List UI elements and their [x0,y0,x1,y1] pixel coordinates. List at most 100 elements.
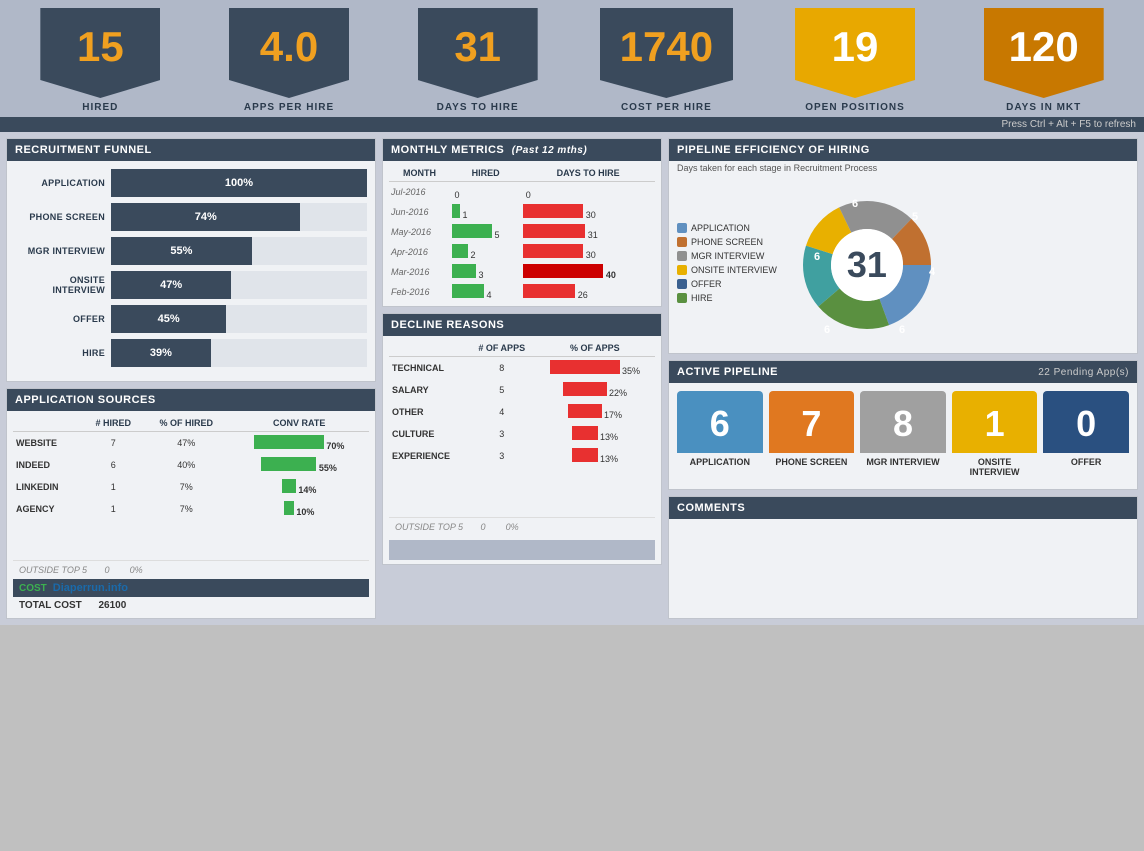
table-row: WEBSITE 7 47% 70% [13,432,369,455]
decline-table: # OF APPS % OF APPS TECHNICAL 8 35% SALA… [389,340,655,467]
donut-chart: 6 6 5 4 6 6 31 [787,185,947,345]
source-name: AGENCY [13,498,83,520]
legend-onsite: ONSITE INTERVIEW [677,265,777,275]
funnel-label-onsite: ONSITE INTERVIEW [15,275,105,295]
outside-hired: 0 [105,565,110,575]
metric-hired-bar: 0 [450,182,521,203]
segment-label-hire: 6 [852,198,858,210]
decline-reason: EXPERIENCE [389,445,469,467]
kpi-days-value: 31 [418,8,538,98]
cost-bar: COST Diaperrun.info [13,579,369,597]
card-label-mgr: MGR INTERVIEW [860,453,946,471]
legend-hire: HIRE [677,293,777,303]
source-name: INDEED [13,454,83,476]
pipeline-header: PIPELINE EFFICIENCY OF HIRING [669,139,1137,161]
funnel-bar-phone: 74% [111,203,300,231]
refresh-hint: Press Ctrl + Alt + F5 to refresh [0,117,1144,132]
pipeline-card-application: 6 APPLICATION [677,391,763,481]
table-row: Feb-2016 4 26 [389,282,655,302]
table-row: CULTURE 3 13% [389,423,655,445]
funnel-row-application: APPLICATION 100% [15,169,367,197]
segment-label-onsite: 4 [929,266,936,278]
table-row: LINKEDIN 1 7% 14% [13,476,369,498]
card-num-onsite: 1 [952,391,1038,453]
legend-label: MGR INTERVIEW [691,251,764,261]
outside-pct: 0% [130,565,143,575]
pending-label: 22 Pending App(s) [1038,367,1129,378]
funnel-row-onsite: ONSITE INTERVIEW 47% [15,271,367,299]
segment-label-offer: 5 [912,211,918,223]
pipeline-legend: APPLICATION PHONE SCREEN MGR INTERVIEW O… [677,223,777,307]
metric-days-bar: 31 [521,222,655,242]
kpi-cost-label: COST PER HIRE [621,102,712,117]
sources-content: # HIRED % OF HIRED CONV RATE WEBSITE 7 4… [7,411,375,618]
funnel-pct-onsite: 47% [160,279,182,291]
comments-content [669,519,1137,599]
col-days: DAYS TO HIRE [521,165,655,182]
kpi-open-positions: 19 OPEN POSITIONS [765,8,946,117]
funnel-row-hire: HIRE 39% [15,339,367,367]
table-row: OTHER 4 17% [389,401,655,423]
recruitment-funnel-panel: RECRUITMENT FUNNEL APPLICATION 100% PHON… [6,138,376,382]
legend-dot-application [677,223,687,233]
table-row: Apr-2016 2 30 [389,242,655,262]
table-row: TECHNICAL 8 35% [389,357,655,380]
source-conv: 55% [229,454,369,476]
source-pct: 47% [143,432,229,455]
metric-days-bar: 40 [521,262,655,282]
legend-label: OFFER [691,279,722,289]
metric-days-bar: 30 [521,202,655,222]
decline-pct-bar: 22% [535,379,655,401]
table-row: SALARY 5 22% [389,379,655,401]
metric-month: Jun-2016 [389,202,450,222]
funnel-bar-application: 100% [111,169,367,197]
cost-label: COST [19,583,47,594]
source-pct: 7% [143,498,229,520]
active-pipeline-panel: ACTIVE PIPELINE 22 Pending App(s) 6 APPL… [668,360,1138,490]
decline-pct-bar: 35% [535,357,655,380]
source-hired: 6 [83,454,143,476]
metric-days-bar: 30 [521,242,655,262]
kpi-days-label: DAYS TO HIRE [437,102,519,117]
application-sources-panel: APPLICATION SOURCES # HIRED % OF HIRED C… [6,388,376,619]
funnel-row-mgr: MGR INTERVIEW 55% [15,237,367,265]
funnel-label-phone: PHONE SCREEN [15,212,105,222]
metric-month: Feb-2016 [389,282,450,302]
metric-month: Mar-2016 [389,262,450,282]
funnel-bar-bg-mgr: 55% [111,237,367,265]
card-num-phone: 7 [769,391,855,453]
kpi-mkt-value: 120 [984,8,1104,98]
decline-reason: TECHNICAL [389,357,469,380]
decline-apps: 5 [469,379,535,401]
metrics-title: MONTHLY METRICS [391,144,504,156]
legend-dot-mgr [677,251,687,261]
metric-month: Jul-2016 [389,182,450,203]
donut-center-value: 31 [847,244,887,286]
source-name: LINKEDIN [13,476,83,498]
decline-content: # OF APPS % OF APPS TECHNICAL 8 35% SALA… [383,336,661,564]
funnel-pct-application: 100% [225,177,253,189]
decline-apps: 3 [469,445,535,467]
legend-offer: OFFER [677,279,777,289]
col-left: RECRUITMENT FUNNEL APPLICATION 100% PHON… [6,138,376,619]
kpi-hired-label: HIRED [82,102,118,117]
kpi-cost-per-hire: 1740 COST PER HIRE [576,8,757,117]
watermark: Diaperrun.info [53,582,128,594]
decline-outside-pct: 0% [506,522,519,532]
source-pct: 7% [143,476,229,498]
segment-label-phone: 6 [824,324,830,336]
table-row: INDEED 6 40% 55% [13,454,369,476]
total-cost-row: TOTAL COST 26100 [13,597,369,614]
decline-col-pct: % OF APPS [535,340,655,357]
segment-label-mgr: 6 [899,324,905,336]
decline-pct-bar: 13% [535,423,655,445]
comments-header: COMMENTS [669,497,1137,519]
pipeline-active-header: ACTIVE PIPELINE 22 Pending App(s) [669,361,1137,383]
source-hired: 1 [83,476,143,498]
decline-reasons-panel: DECLINE REASONS # OF APPS % OF APPS TECH… [382,313,662,565]
metrics-table: MONTH HIRED DAYS TO HIRE Jul-2016 0 0 Ju [389,165,655,302]
kpi-days-in-mkt: 120 DAYS IN MKT [953,8,1134,117]
funnel-bar-bg-application: 100% [111,169,367,197]
decline-pct-bar: 13% [535,445,655,467]
funnel-pct-mgr: 55% [170,245,192,257]
